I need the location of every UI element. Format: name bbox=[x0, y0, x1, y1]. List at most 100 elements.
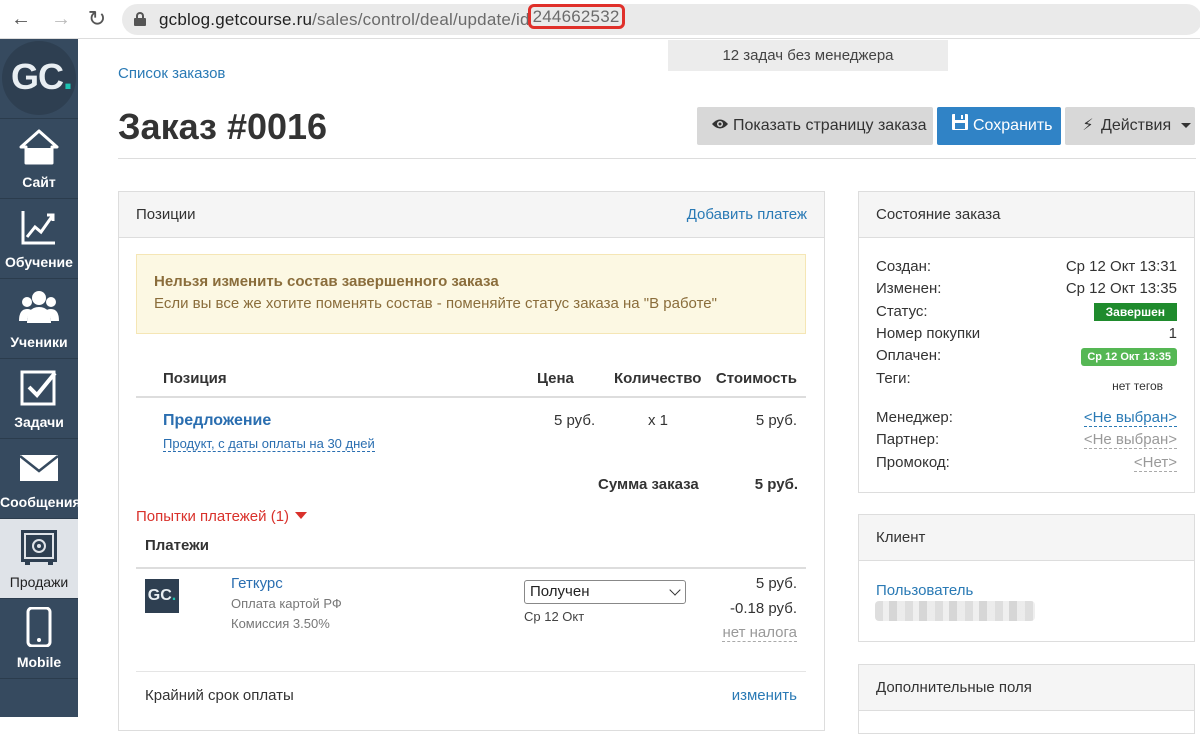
save-label: Сохранить bbox=[973, 117, 1053, 134]
sidebar-item-label: Задачи bbox=[14, 414, 64, 430]
client-user-link[interactable]: Пользователь bbox=[876, 582, 973, 599]
sidebar-item-label: Ученики bbox=[10, 334, 68, 350]
payment-tax-link[interactable]: нет налога bbox=[722, 624, 797, 642]
house-icon bbox=[19, 129, 59, 165]
actions-label: Действия bbox=[1101, 117, 1172, 134]
save-button[interactable]: Сохранить bbox=[937, 107, 1061, 145]
created-value: Ср 12 Окт 13:31 bbox=[1065, 258, 1177, 275]
add-payment-link[interactable]: Добавить платеж bbox=[687, 192, 807, 238]
positions-panel-header: Позиции Добавить платеж bbox=[119, 192, 824, 238]
status-panel-header: Состояние заказа bbox=[859, 192, 1194, 238]
tags-label: Теги: bbox=[876, 370, 911, 387]
offer-product-link[interactable]: Продукт, с даты оплаты на 30 дней bbox=[163, 436, 375, 452]
deadline-label: Крайний срок оплаты bbox=[145, 687, 294, 704]
show-order-page-label: Показать страницу заказа bbox=[733, 117, 927, 134]
page-title: Заказ #0016 bbox=[118, 106, 328, 147]
sidebar-item-label: Сообщения bbox=[0, 494, 81, 510]
status-badge[interactable]: Завершен bbox=[1093, 303, 1177, 321]
sidebar-item-label: Сайт bbox=[22, 174, 56, 190]
changed-value: Ср 12 Окт 13:35 bbox=[1065, 280, 1177, 297]
row-price: 5 руб. bbox=[554, 412, 596, 429]
sidebar-item-learning[interactable]: Обучение bbox=[0, 199, 78, 279]
sidebar-item-sales[interactable]: Продажи bbox=[0, 519, 78, 599]
paid-badge: Ср 12 Окт 13:35 bbox=[1081, 348, 1177, 366]
payment-attempts-toggle[interactable]: Попытки платежей (1) bbox=[136, 508, 308, 525]
manager-select-link[interactable]: <Не выбран> bbox=[1083, 409, 1177, 427]
order-sum-label: Сумма заказа bbox=[598, 476, 699, 493]
changed-label: Изменен: bbox=[876, 280, 942, 297]
title-divider bbox=[118, 158, 1196, 159]
payment-amount: 5 руб. bbox=[755, 575, 797, 592]
partner-select-link[interactable]: <Не выбран> bbox=[1083, 431, 1177, 449]
sidebar-item-site[interactable]: Сайт bbox=[0, 119, 78, 199]
payment-commission: Комиссия 3.50% bbox=[231, 616, 330, 631]
lock-icon bbox=[134, 12, 146, 26]
actions-button[interactable]: ⚡ Действия bbox=[1065, 107, 1195, 145]
extra-fields-panel: Дополнительные поля bbox=[858, 664, 1195, 734]
row-qty: x 1 bbox=[648, 412, 669, 429]
paid-row: Оплачен: Ср 12 Окт 13:35 bbox=[876, 347, 1177, 369]
promo-label: Промокод: bbox=[876, 454, 950, 471]
payment-fee: -0.18 руб. bbox=[730, 600, 797, 617]
offer-link[interactable]: Предложение bbox=[163, 412, 271, 430]
tags-value[interactable]: нет тегов bbox=[1112, 379, 1163, 393]
caret-down-icon bbox=[1180, 123, 1191, 128]
floppy-icon bbox=[951, 107, 969, 145]
payments-title: Платежи bbox=[136, 537, 806, 569]
promo-select-link[interactable]: <Нет> bbox=[1133, 454, 1177, 472]
chevron-down-icon bbox=[669, 584, 681, 596]
deadline-change-link[interactable]: изменить bbox=[732, 676, 797, 716]
getcourse-logo: GC. bbox=[145, 579, 179, 613]
purchase-row: Номер покупки 1 bbox=[876, 325, 1177, 347]
safe-icon bbox=[21, 530, 57, 565]
warning-alert: Нельзя изменить состав завершенного зака… bbox=[136, 254, 806, 334]
warning-title: Нельзя изменить состав завершенного зака… bbox=[154, 273, 499, 290]
payment-attempts-label: Попытки платежей (1) bbox=[136, 508, 290, 525]
logo-area[interactable]: GC. bbox=[0, 39, 78, 119]
payment-status-select[interactable]: Получен bbox=[524, 580, 686, 604]
show-order-page-button[interactable]: Показать страницу заказа bbox=[697, 107, 933, 145]
col-price: Цена bbox=[537, 370, 574, 387]
positions-panel: Позиции Добавить платеж Нельзя изменить … bbox=[118, 191, 825, 731]
client-panel: Клиент Пользователь bbox=[858, 514, 1195, 642]
address-bar[interactable]: gcblog.getcourse.ru/sales/control/deal/u… bbox=[122, 4, 1200, 35]
gc-logo[interactable]: GC. bbox=[2, 41, 76, 115]
sidebar-item-messages[interactable]: Сообщения bbox=[0, 439, 81, 519]
promo-row: Промокод: <Нет> bbox=[876, 454, 1177, 476]
positions-table-header: Позиция Цена Количество Стоимость bbox=[136, 362, 806, 398]
extra-fields-header: Дополнительные поля bbox=[859, 665, 1194, 711]
reload-icon[interactable]: ↻ bbox=[84, 6, 110, 32]
back-icon[interactable]: ← bbox=[8, 6, 34, 32]
col-cost: Стоимость bbox=[715, 370, 797, 387]
status-row: Статус: Завершен bbox=[876, 303, 1177, 325]
sidebar-item-label: Mobile bbox=[16, 654, 62, 670]
lightning-icon: ⚡ bbox=[1082, 117, 1094, 134]
created-row: Создан: Ср 12 Окт 13:31 bbox=[876, 258, 1177, 280]
status-label: Статус: bbox=[876, 303, 928, 320]
users-icon bbox=[19, 291, 59, 323]
sidebar-item-label: Продажи bbox=[9, 574, 69, 590]
phone-icon bbox=[26, 607, 52, 647]
url-id-highlight: 244662532 bbox=[527, 4, 625, 29]
purchase-value: 1 bbox=[1168, 325, 1177, 342]
envelope-icon bbox=[19, 455, 59, 481]
eye-icon bbox=[711, 107, 729, 145]
url-text: gcblog.getcourse.ru/sales/control/deal/u… bbox=[159, 4, 625, 30]
sidebar-item-tasks[interactable]: Задачи bbox=[0, 359, 78, 439]
payment-system-link[interactable]: Геткурс bbox=[231, 575, 283, 592]
partner-row: Партнер: <Не выбран> bbox=[876, 431, 1177, 453]
forward-icon[interactable]: → bbox=[48, 6, 74, 32]
caret-down-icon bbox=[295, 512, 308, 519]
payment-row: GC. Геткурс Оплата картой РФ Комиссия 3.… bbox=[136, 572, 806, 672]
payment-status-value: Получен bbox=[530, 583, 590, 600]
client-panel-header: Клиент bbox=[859, 515, 1194, 561]
changed-row: Изменен: Ср 12 Окт 13:35 bbox=[876, 280, 1177, 302]
payment-date: Ср 12 Окт bbox=[524, 609, 585, 624]
manager-row: Менеджер: <Не выбран> bbox=[876, 409, 1177, 431]
breadcrumb[interactable]: Список заказов bbox=[118, 65, 225, 82]
created-label: Создан: bbox=[876, 258, 932, 275]
tasks-notice[interactable]: 12 задач без менеджера bbox=[668, 40, 948, 71]
sidebar-item-students[interactable]: Ученики bbox=[0, 279, 78, 359]
manager-label: Менеджер: bbox=[876, 409, 953, 426]
sidebar-item-mobile[interactable]: Mobile bbox=[0, 599, 78, 679]
